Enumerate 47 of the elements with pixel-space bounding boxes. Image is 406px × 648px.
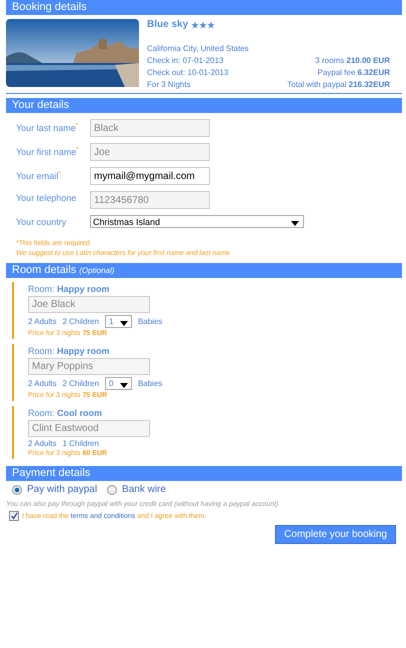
nights-count: For 3 Nights bbox=[147, 80, 192, 89]
babies-label: Babies bbox=[138, 379, 162, 388]
room-title: Room: Happy room bbox=[28, 284, 110, 294]
field-label: Your country bbox=[16, 216, 68, 229]
children-count: 1 Children bbox=[62, 439, 99, 448]
caret-icon bbox=[291, 221, 299, 226]
input-field[interactable]: Black bbox=[90, 119, 210, 137]
babies-dropdown[interactable]: 0 bbox=[104, 377, 132, 390]
price-line: Total with paypal 216.32EUR bbox=[287, 80, 390, 89]
section-header: Booking details bbox=[6, 0, 402, 15]
section-header: Payment details bbox=[6, 466, 402, 481]
complete-booking-button[interactable]: Complete your booking bbox=[275, 525, 396, 544]
room-title: Room: Cool room bbox=[28, 408, 102, 418]
children-count: 2 Children bbox=[62, 379, 99, 388]
guest-name-field[interactable]: Clint Eastwood bbox=[28, 420, 150, 437]
price-line: 3 rooms 210.00 EUR bbox=[315, 56, 390, 65]
caret-icon bbox=[120, 383, 128, 388]
location: California City, United States bbox=[147, 44, 249, 53]
section-header: Your details bbox=[6, 98, 402, 113]
children-count: 2 Children bbox=[62, 317, 99, 326]
field-label: Your last name$^{*}$ bbox=[16, 122, 80, 135]
babies-dropdown[interactable]: 1 bbox=[104, 315, 132, 328]
input-field[interactable]: 1123456780 bbox=[90, 191, 210, 209]
payment-option[interactable]: Pay with paypal bbox=[12, 484, 98, 495]
country-dropdown[interactable]: Christmas Island bbox=[90, 215, 304, 228]
section-header: Room details (Optional) bbox=[6, 263, 402, 278]
field-label: Your email$^{*}$ bbox=[16, 170, 62, 183]
input-field[interactable]: Joe bbox=[90, 143, 210, 161]
adults-count: 2 Adults bbox=[28, 379, 56, 388]
check-in-date: Check in: 07-01-2013 bbox=[147, 56, 224, 65]
price-line: Paypal fee 6.32EUR bbox=[318, 68, 390, 77]
terms-checkbox[interactable] bbox=[9, 511, 19, 521]
guest-name-field[interactable]: Mary Poppins bbox=[28, 358, 150, 375]
radio-button[interactable] bbox=[12, 484, 22, 494]
caret-icon bbox=[120, 321, 128, 326]
guest-name-field[interactable]: Joe Black bbox=[28, 296, 150, 313]
field-label: Your first name$^{*}$ bbox=[16, 146, 80, 159]
field-label: Your telephone bbox=[16, 192, 78, 205]
payment-option[interactable]: Bank wire bbox=[107, 484, 166, 495]
adults-count: 2 Adults bbox=[28, 317, 56, 326]
radio-button[interactable] bbox=[107, 484, 118, 494]
room-title: Room: Happy room bbox=[28, 346, 110, 356]
hotel-name: Blue sky bbox=[147, 19, 188, 30]
check-out-date: Check out: 10-01-2013 bbox=[147, 68, 230, 77]
input-field[interactable]: mymail@mygmail.com bbox=[90, 167, 210, 185]
babies-label: Babies bbox=[138, 317, 162, 326]
adults-count: 2 Adults bbox=[28, 439, 56, 448]
